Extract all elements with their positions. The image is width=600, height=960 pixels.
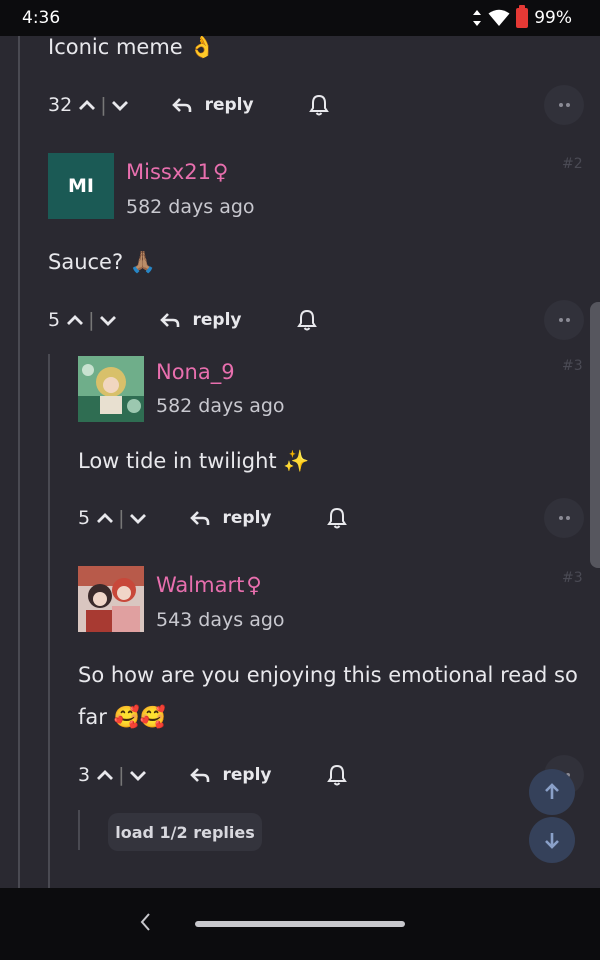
thread-line-replies bbox=[78, 810, 80, 850]
status-time: 4:36 bbox=[22, 8, 61, 28]
downvote-icon[interactable] bbox=[109, 94, 131, 116]
arrow-up-icon bbox=[541, 781, 563, 803]
data-arrows-icon bbox=[472, 9, 482, 27]
battery-icon bbox=[516, 5, 529, 28]
bell-icon[interactable] bbox=[326, 506, 348, 530]
reply-button[interactable]: reply bbox=[159, 310, 242, 330]
username[interactable]: Missx21 ♀ bbox=[126, 160, 228, 184]
wifi-icon bbox=[488, 9, 510, 27]
more-options-button[interactable] bbox=[544, 300, 584, 340]
reply-button[interactable]: reply bbox=[189, 765, 272, 785]
comment-actions: 5 | reply bbox=[78, 498, 348, 538]
comment-text: Iconic meme 👌 bbox=[48, 36, 216, 59]
downvote-icon[interactable] bbox=[127, 507, 149, 529]
username-text: Missx21 bbox=[126, 160, 211, 184]
comment-actions: 3 | reply bbox=[78, 755, 348, 795]
bell-icon[interactable] bbox=[308, 93, 330, 117]
vote-divider: | bbox=[100, 94, 107, 116]
reply-icon bbox=[189, 508, 211, 528]
scroll-up-button[interactable] bbox=[529, 769, 575, 815]
username[interactable]: Nona_9 bbox=[156, 360, 235, 384]
reply-label: reply bbox=[222, 508, 272, 528]
username-text: Nona_9 bbox=[156, 360, 235, 384]
downvote-icon[interactable] bbox=[127, 764, 149, 786]
reply-icon bbox=[171, 95, 193, 115]
upvote-icon[interactable] bbox=[76, 94, 98, 116]
gender-female-icon: ♀ bbox=[246, 573, 262, 597]
post-number: #3 bbox=[562, 358, 583, 374]
reply-icon bbox=[159, 310, 181, 330]
username[interactable]: Walmart ♀ bbox=[156, 573, 262, 597]
thread-line bbox=[18, 36, 20, 888]
reply-icon bbox=[189, 765, 211, 785]
status-icons: 99% bbox=[472, 5, 572, 28]
timestamp: 582 days ago bbox=[156, 395, 285, 417]
navigation-bar bbox=[0, 888, 600, 960]
comment-text: Low tide in twilight ✨ bbox=[78, 449, 310, 473]
arrow-down-icon bbox=[541, 829, 563, 851]
load-replies-button[interactable]: load 1/2 replies bbox=[108, 813, 262, 851]
reply-label: reply bbox=[222, 765, 272, 785]
vote-divider: | bbox=[118, 764, 125, 786]
vote-divider: | bbox=[88, 309, 95, 331]
battery-percent: 99% bbox=[534, 8, 572, 28]
upvote-icon[interactable] bbox=[64, 309, 86, 331]
reply-label: reply bbox=[192, 310, 242, 330]
comment-actions: 5 | reply bbox=[48, 300, 318, 340]
more-options-button[interactable] bbox=[544, 498, 584, 538]
comment-text: Sauce? 🙏🏽 bbox=[48, 250, 156, 274]
vote-count: 5 bbox=[48, 309, 61, 331]
comment-text: So how are you enjoying this emotional r… bbox=[78, 663, 578, 687]
vote-count: 3 bbox=[78, 764, 91, 786]
back-chevron-icon[interactable] bbox=[138, 910, 152, 934]
scroll-down-button[interactable] bbox=[529, 817, 575, 863]
bell-icon[interactable] bbox=[296, 308, 318, 332]
avatar-image[interactable] bbox=[78, 566, 144, 632]
avatar-image[interactable] bbox=[78, 356, 144, 422]
comment-text: far 🥰🥰 bbox=[78, 705, 166, 729]
status-bar: 4:36 99% bbox=[0, 0, 600, 36]
timestamp: 543 days ago bbox=[156, 609, 285, 631]
post-number: #2 bbox=[562, 156, 583, 172]
thread-line-nested bbox=[48, 354, 50, 888]
avatar[interactable]: MI bbox=[48, 153, 114, 219]
downvote-icon[interactable] bbox=[97, 309, 119, 331]
upvote-icon[interactable] bbox=[94, 764, 116, 786]
side-drawer-handle[interactable] bbox=[590, 302, 600, 568]
timestamp: 582 days ago bbox=[126, 196, 255, 218]
gender-female-icon: ♀ bbox=[212, 160, 229, 184]
reply-button[interactable]: reply bbox=[189, 508, 272, 528]
upvote-icon[interactable] bbox=[94, 507, 116, 529]
vote-count: 5 bbox=[78, 507, 91, 529]
username-text: Walmart bbox=[156, 573, 245, 597]
vote-count: 32 bbox=[48, 94, 73, 116]
reply-button[interactable]: reply bbox=[171, 95, 254, 115]
vote-divider: | bbox=[118, 507, 125, 529]
more-options-button[interactable] bbox=[544, 85, 584, 125]
reply-label: reply bbox=[204, 95, 254, 115]
home-gesture-bar[interactable] bbox=[195, 921, 405, 927]
bell-icon[interactable] bbox=[326, 763, 348, 787]
post-number: #3 bbox=[562, 570, 583, 586]
comment-actions: 32 | reply bbox=[48, 85, 330, 125]
comment-thread: Iconic meme 👌 32 | reply #2 MI Missx21 ♀… bbox=[0, 36, 600, 888]
